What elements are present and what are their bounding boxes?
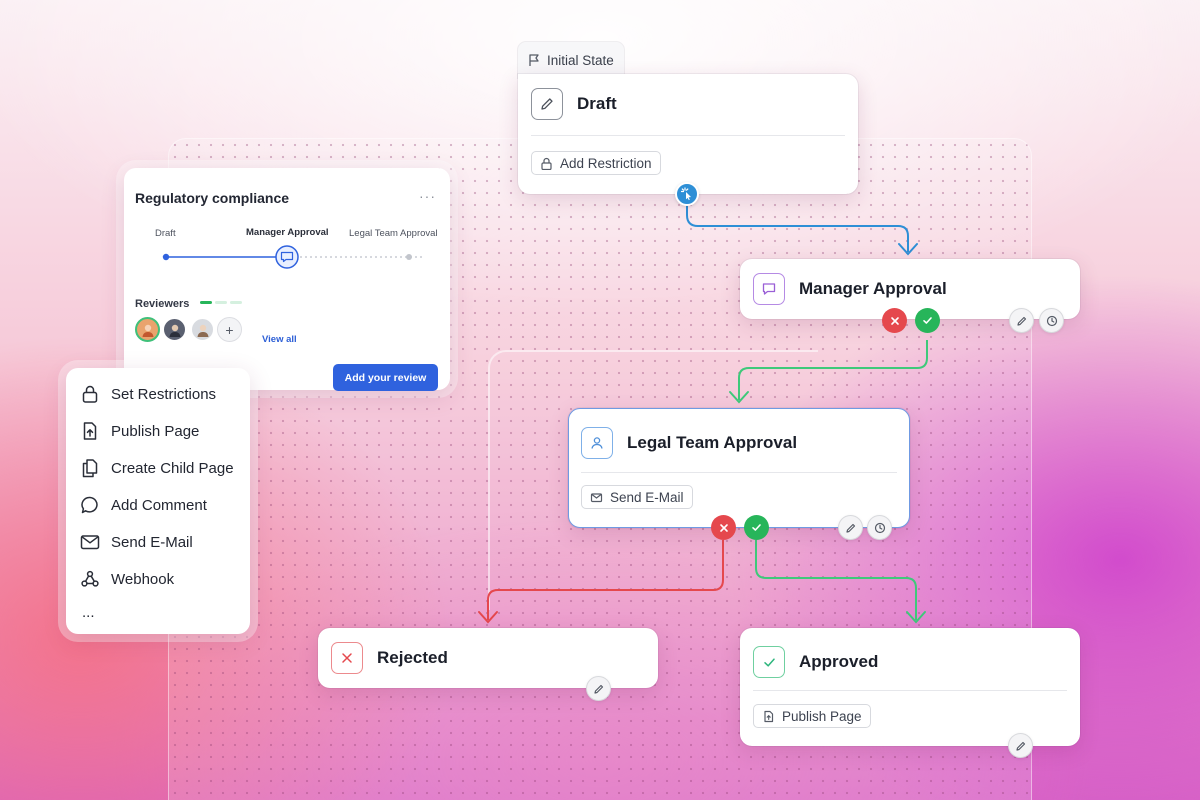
legal-edit-button[interactable] — [838, 515, 863, 540]
reviewers-progress — [200, 301, 242, 304]
draft-divider — [531, 135, 845, 136]
legal-schedule-button[interactable] — [867, 515, 892, 540]
rejected-title: Rejected — [377, 648, 448, 667]
initial-state-tab: Initial State — [518, 42, 624, 78]
pencil-icon — [531, 88, 563, 120]
legal-approval-node[interactable]: Legal Team Approval Send E-Mail — [568, 408, 910, 528]
menu-label: Webhook — [111, 570, 175, 588]
add-review-button[interactable]: Add your review — [333, 364, 438, 391]
check-icon — [753, 646, 785, 678]
avatar[interactable] — [190, 317, 215, 342]
step-dot-legal — [406, 254, 412, 260]
compliance-panel: Regulatory compliance ··· Draft Manager … — [124, 168, 450, 391]
approved-node[interactable]: Approved Publish Page — [740, 628, 1080, 746]
publish-page-chip[interactable]: Publish Page — [753, 704, 871, 728]
person-icon — [142, 324, 153, 337]
person-icon — [169, 324, 180, 337]
step-dot-manager — [275, 245, 299, 269]
menu-item-add-comment[interactable]: Add Comment — [80, 495, 207, 515]
manager-approval-title: Manager Approval — [799, 279, 947, 298]
menu-more-label: ... — [82, 604, 95, 621]
menu-label: Set Restrictions — [111, 385, 217, 403]
menu-item-send-email[interactable]: Send E-Mail — [80, 532, 193, 552]
pencil-icon — [593, 684, 603, 694]
lock-icon — [82, 385, 98, 403]
menu-item-webhook[interactable]: Webhook — [80, 569, 174, 589]
initial-state-label: Initial State — [547, 52, 614, 68]
copy-pages-icon — [82, 459, 98, 478]
action-menu: Set Restrictions Publish Page Create Chi… — [66, 368, 250, 634]
menu-label: Publish Page — [111, 422, 200, 440]
step-dot-draft — [162, 253, 170, 261]
progress-track — [162, 245, 422, 269]
add-restriction-label: Add Restriction — [560, 155, 652, 171]
add-reviewer-label: + — [225, 321, 234, 338]
publish-page-label: Publish Page — [782, 708, 862, 724]
cursor-click-icon — [680, 187, 691, 201]
legal-divider — [581, 472, 897, 473]
user-icon — [581, 427, 613, 459]
reviewers-label: Reviewers — [135, 298, 190, 310]
approved-title: Approved — [799, 652, 879, 671]
close-icon — [331, 642, 363, 674]
mail-icon — [80, 535, 100, 550]
file-upload-icon — [83, 422, 97, 440]
mail-icon — [590, 492, 603, 502]
view-all-link[interactable]: View all — [262, 334, 297, 345]
check-icon — [752, 524, 761, 531]
menu-item-create-child-page[interactable]: Create Child Page — [80, 458, 234, 478]
pencil-icon — [1015, 741, 1025, 751]
pencil-icon — [1016, 316, 1026, 326]
draft-node[interactable]: Draft Add Restriction — [518, 74, 858, 194]
legal-approval-title: Legal Team Approval — [627, 433, 798, 452]
draft-start-handle[interactable] — [675, 182, 699, 206]
manager-reject-button[interactable] — [882, 308, 907, 333]
menu-label: Add Comment — [111, 496, 207, 514]
clock-icon — [1046, 315, 1057, 326]
lock-icon — [541, 157, 552, 170]
pencil-icon — [845, 523, 855, 533]
manager-approve-button[interactable] — [915, 308, 940, 333]
file-upload-icon — [764, 710, 774, 722]
legal-approve-button[interactable] — [744, 515, 769, 540]
add-reviewer-button[interactable]: + — [217, 317, 242, 342]
manager-schedule-button[interactable] — [1039, 308, 1064, 333]
send-email-chip[interactable]: Send E-Mail — [581, 485, 693, 509]
send-email-label: Send E-Mail — [610, 489, 684, 505]
clock-icon — [874, 522, 885, 533]
menu-item-publish-page[interactable]: Publish Page — [80, 421, 199, 441]
menu-label: Send E-Mail — [111, 533, 193, 551]
legal-reject-button[interactable] — [711, 515, 736, 540]
comment-icon — [753, 273, 785, 305]
rejected-edit-button[interactable] — [586, 676, 611, 701]
compliance-title: Regulatory compliance — [135, 190, 290, 206]
webhook-icon — [81, 570, 99, 587]
menu-item-set-restrictions[interactable]: Set Restrictions — [80, 384, 216, 404]
more-options-button[interactable]: ··· — [419, 188, 436, 204]
comment-icon — [81, 496, 98, 514]
manager-edit-button[interactable] — [1009, 308, 1034, 333]
avatar[interactable] — [135, 317, 160, 342]
close-icon — [719, 523, 728, 532]
close-icon — [890, 316, 899, 325]
flag-icon — [529, 54, 539, 66]
step-label-manager: Manager Approval — [246, 227, 329, 238]
approved-edit-button[interactable] — [1008, 733, 1033, 758]
approved-divider — [753, 690, 1067, 691]
add-restriction-chip[interactable]: Add Restriction — [531, 151, 661, 175]
avatar[interactable] — [162, 317, 187, 342]
menu-item-more[interactable]: ... — [82, 604, 95, 621]
menu-label: Create Child Page — [111, 459, 234, 477]
draft-title: Draft — [577, 94, 617, 113]
check-icon — [923, 317, 932, 324]
person-icon — [197, 324, 208, 337]
